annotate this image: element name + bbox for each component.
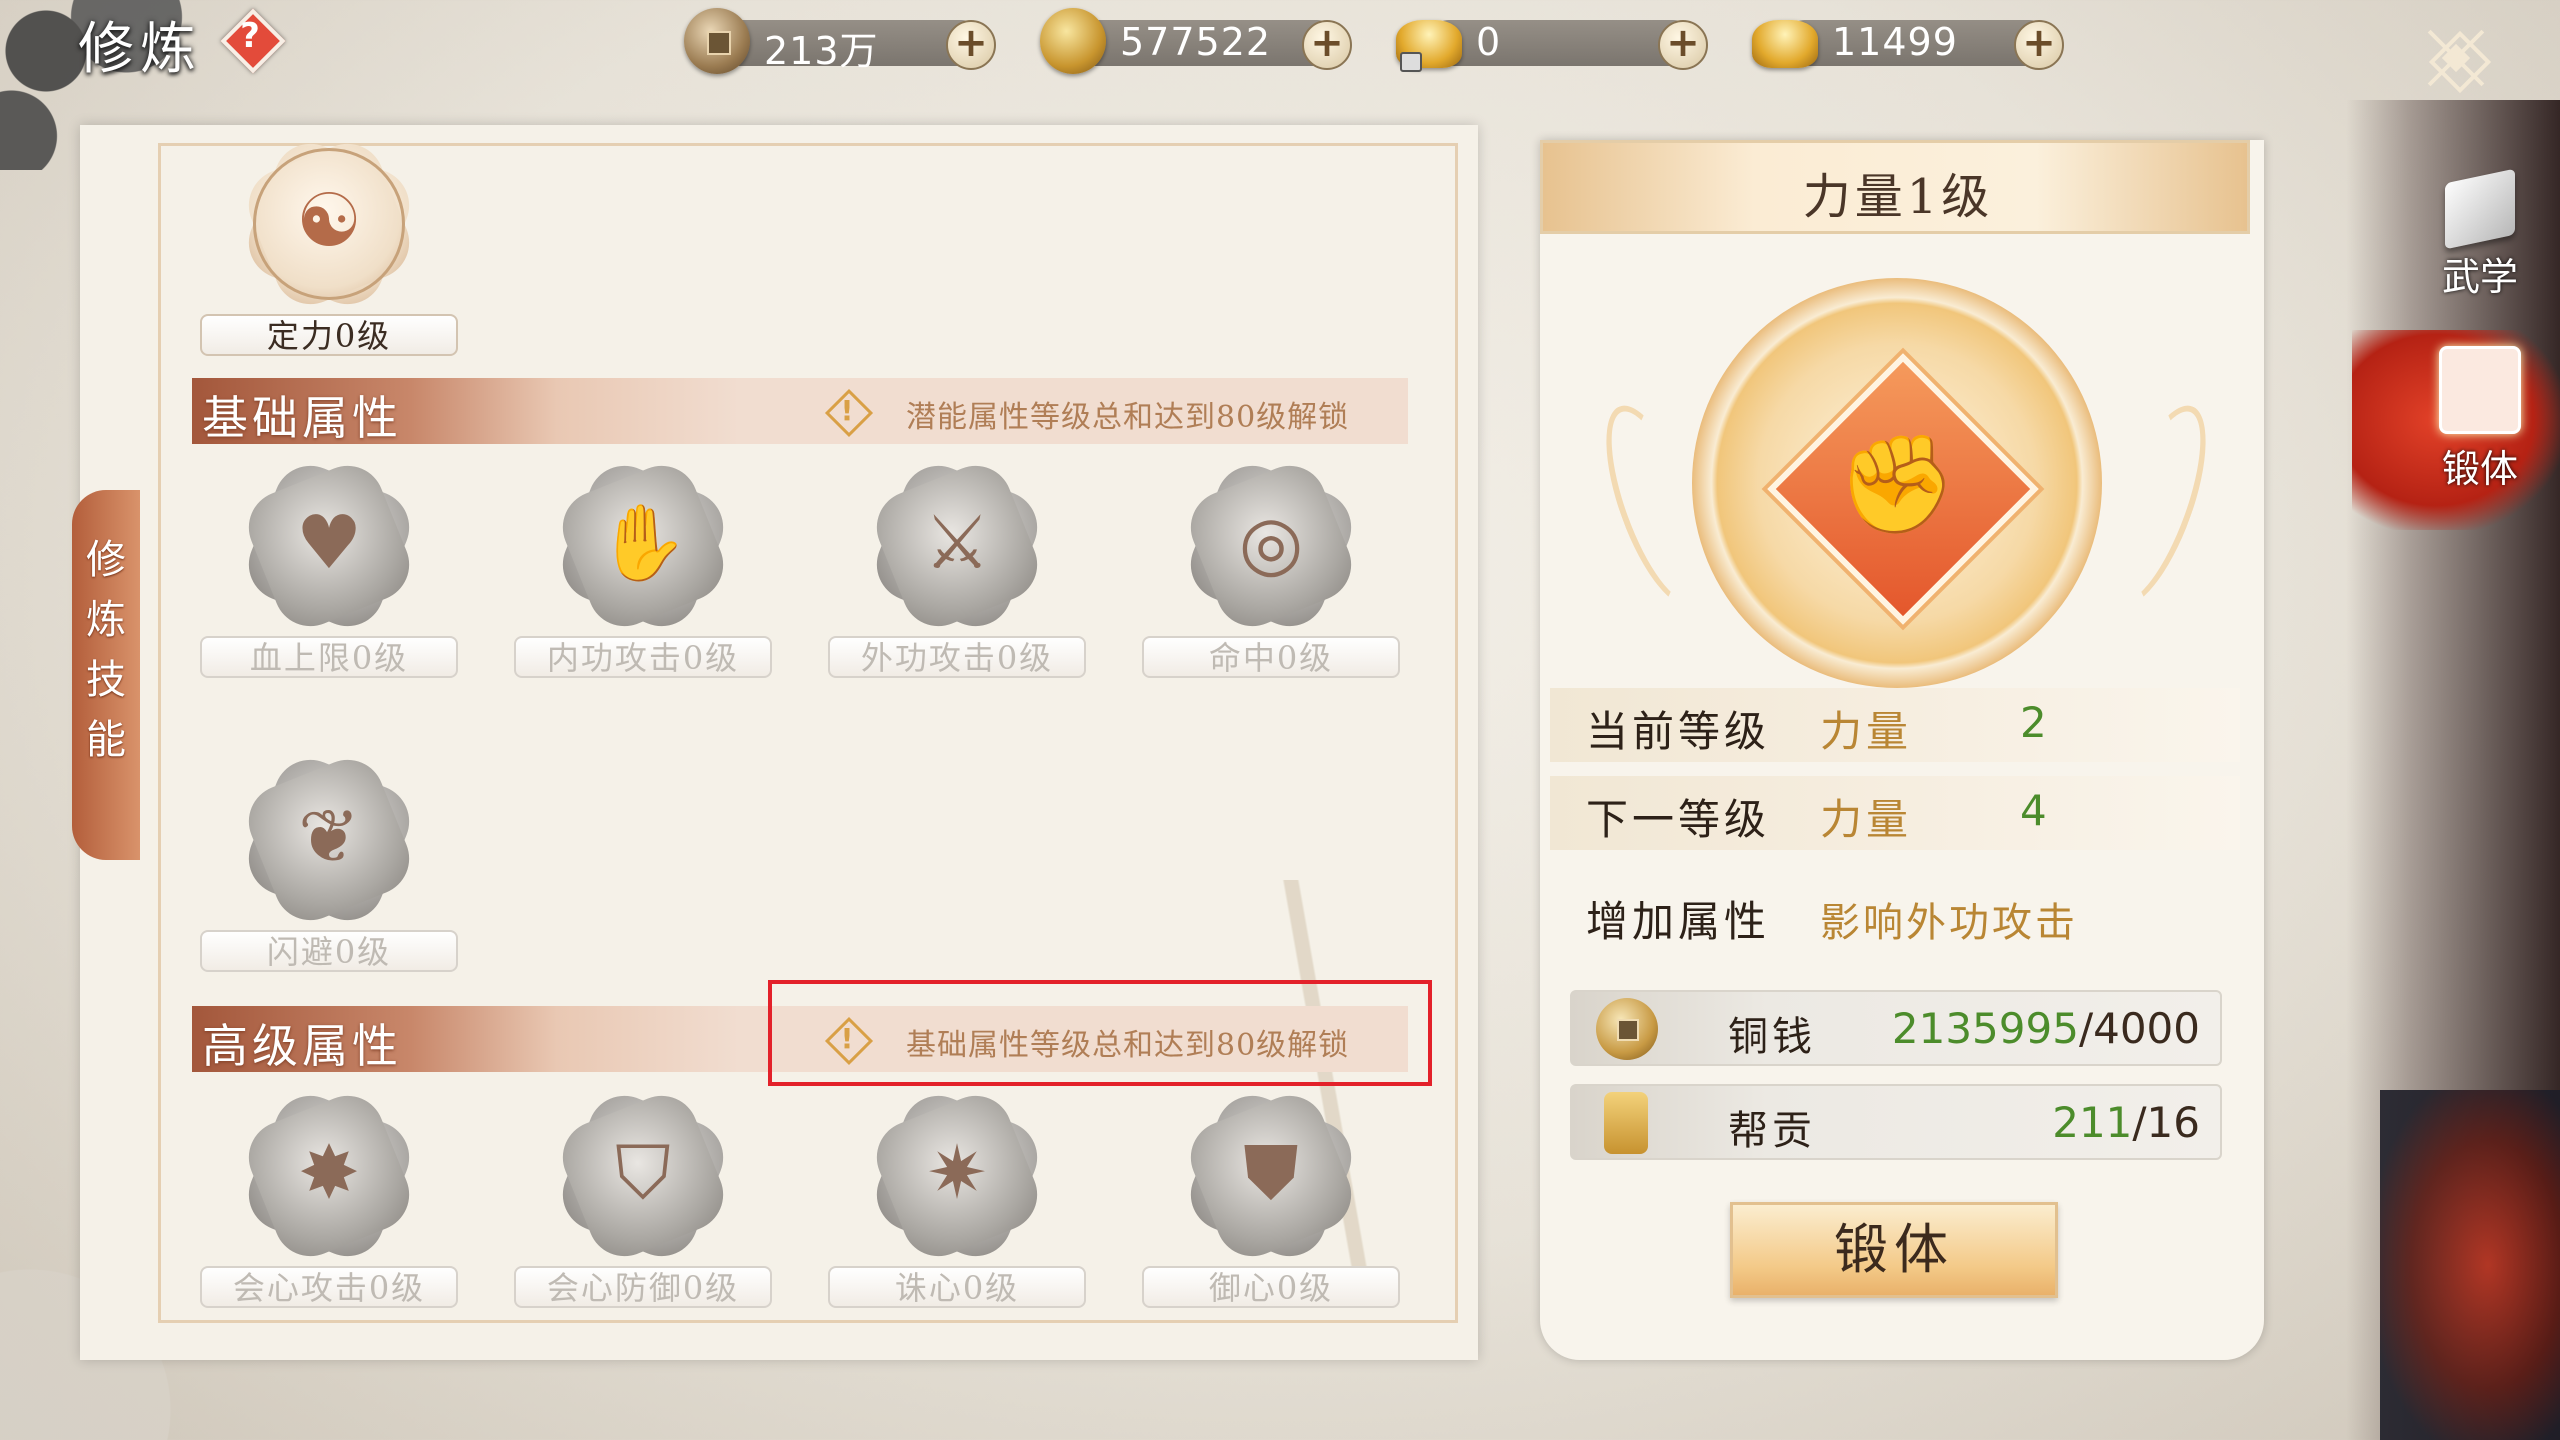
- stat-attr: 力量: [1820, 707, 1913, 756]
- add-gold-button[interactable]: +: [1302, 20, 1352, 70]
- skill-name: 外功攻击0级: [828, 636, 1086, 678]
- stat-label: 当前等级: [1586, 707, 1771, 756]
- section-basic-attributes: 基础属性 ! 潜能属性等级总和达到80级解锁: [192, 378, 1408, 445]
- copper-coin-icon: [684, 8, 750, 74]
- cost-guild-contribution: 帮贡 211/16: [1570, 1084, 2222, 1160]
- skill-name: 闪避0级: [200, 930, 458, 972]
- top-bar: 修炼 ? 213万 + 577522 + 0 + 11499 +: [0, 0, 2560, 95]
- skill-name: 定力0级: [200, 314, 458, 356]
- meditation-icon: ☯: [237, 132, 421, 316]
- nav-label: 武学: [2441, 255, 2518, 299]
- skill-inner-attack[interactable]: ✋ 内功攻击0级: [510, 454, 776, 678]
- copper-coin-icon: [1596, 998, 1658, 1060]
- cost-name: 帮贡: [1728, 1108, 1816, 1154]
- lock-icon: [1400, 52, 1422, 72]
- current-level-row: 当前等级 力量 2: [1550, 688, 2240, 762]
- skill-name: 御心0级: [1142, 1266, 1400, 1308]
- heart-icon: ♥: [237, 454, 421, 638]
- guild-token-icon: [1604, 1092, 1648, 1154]
- skill-name: 内功攻击0级: [514, 636, 772, 678]
- skill-hp-max[interactable]: ♥ 血上限0级: [196, 454, 462, 678]
- detail-header: 力量1级: [1540, 140, 2250, 234]
- tab-char: 能: [86, 717, 126, 763]
- skill-name: 诛心0级: [828, 1266, 1086, 1308]
- next-level-row: 下一等级 力量 4: [1550, 776, 2240, 850]
- dragon-decoration: [2380, 1090, 2560, 1440]
- nav-item-duanti[interactable]: 锻体: [2352, 330, 2560, 530]
- currency-bound-ingot: 0 +: [1396, 8, 1714, 76]
- currency-ingot: 11499 +: [1752, 8, 2070, 76]
- skill-outer-attack[interactable]: ⚔ 外功攻击0级: [824, 454, 1090, 678]
- warning-icon: !: [824, 388, 874, 438]
- effect-row: 增加属性 影响外功攻击: [1550, 878, 2240, 952]
- blade-burst-icon: ✷: [865, 1084, 1049, 1268]
- sword-icon: ⚔: [865, 454, 1049, 638]
- effect-value: 影响外功攻击: [1820, 900, 2078, 946]
- skill-name: 会心防御0级: [514, 1266, 772, 1308]
- gold-ingot-icon: [1752, 20, 1818, 68]
- currency-value: 11499: [1832, 20, 1958, 64]
- nav-item-wuxue[interactable]: 武学: [2410, 166, 2550, 336]
- detail-panel: 力量1级 ✊ 当前等级 力量 2 下一等级 力量 4 增加属性 影响外功攻击 铜…: [1540, 140, 2264, 1360]
- shield-crack-icon: ⛊: [1179, 1084, 1363, 1268]
- stat-attr: 力量: [1820, 795, 1913, 844]
- forge-button[interactable]: 锻体: [1730, 1202, 2058, 1298]
- help-button[interactable]: ?: [220, 8, 286, 74]
- book-icon: [2445, 168, 2515, 250]
- stat-label: 增加属性: [1586, 897, 1771, 946]
- burst-icon: ✸: [237, 1084, 421, 1268]
- palm-icon: ✋: [551, 454, 735, 638]
- skill-name: 血上限0级: [200, 636, 458, 678]
- add-ingot-button[interactable]: +: [2014, 20, 2064, 70]
- gold-coin-icon: [1040, 8, 1106, 74]
- boot-icon: ❦: [237, 748, 421, 932]
- skill-yuxin[interactable]: ⛊ 御心0级: [1138, 1084, 1404, 1308]
- currency-copper: 213万 +: [684, 8, 1002, 76]
- cost-name: 铜钱: [1728, 1014, 1816, 1060]
- add-copper-button[interactable]: +: [946, 20, 996, 70]
- stat-label: 下一等级: [1586, 795, 1771, 844]
- tab-char: 修: [86, 537, 126, 583]
- target-icon: ◎: [1179, 454, 1363, 638]
- currency-value: 577522: [1120, 20, 1272, 64]
- skill-emblem: ✊: [1692, 278, 2102, 688]
- question-icon: ?: [240, 16, 260, 56]
- skill-crit-defense[interactable]: ⛉ 会心防御0级: [510, 1084, 776, 1308]
- tab-char: 技: [86, 657, 126, 703]
- currency-gold: 577522 +: [1040, 8, 1358, 76]
- tab-cultivation-skills[interactable]: 修 炼 技 能: [72, 490, 140, 860]
- section-title: 高级属性: [202, 1019, 402, 1073]
- stat-value: 2: [2020, 698, 2047, 747]
- cost-copper: 铜钱 2135995/4000: [1570, 990, 2222, 1066]
- skill-dingli[interactable]: ☯ 定力0级: [196, 132, 462, 356]
- nav-label: 锻体: [2441, 447, 2518, 491]
- detail-title: 力量1级: [1802, 169, 1994, 225]
- tab-char: 炼: [86, 597, 126, 643]
- scroll-icon: [2439, 346, 2521, 434]
- skill-name: 命中0级: [1142, 636, 1400, 678]
- highlight-box: [768, 980, 1432, 1086]
- cost-value: 2135995/4000: [1891, 1004, 2200, 1053]
- cost-value: 211/16: [2052, 1098, 2200, 1147]
- stat-value: 4: [2020, 786, 2047, 835]
- close-menu-icon[interactable]: [2418, 20, 2494, 96]
- shield-burst-icon: ⛉: [551, 1084, 735, 1268]
- section-title: 基础属性: [202, 391, 402, 445]
- add-bound-ingot-button[interactable]: +: [1658, 20, 1708, 70]
- skill-dodge[interactable]: ❦ 闪避0级: [196, 748, 462, 972]
- skill-name: 会心攻击0级: [200, 1266, 458, 1308]
- skill-crit-attack[interactable]: ✸ 会心攻击0级: [196, 1084, 462, 1308]
- fist-icon: ✊: [1837, 428, 1957, 540]
- currency-value: 213万: [764, 29, 879, 73]
- currency-value: 0: [1476, 20, 1502, 64]
- skill-accuracy[interactable]: ◎ 命中0级: [1138, 454, 1404, 678]
- page-title: 修炼: [78, 17, 202, 82]
- skill-zhuxin[interactable]: ✷ 诛心0级: [824, 1084, 1090, 1308]
- unlock-requirement: 潜能属性等级总和达到80级解锁: [906, 400, 1350, 435]
